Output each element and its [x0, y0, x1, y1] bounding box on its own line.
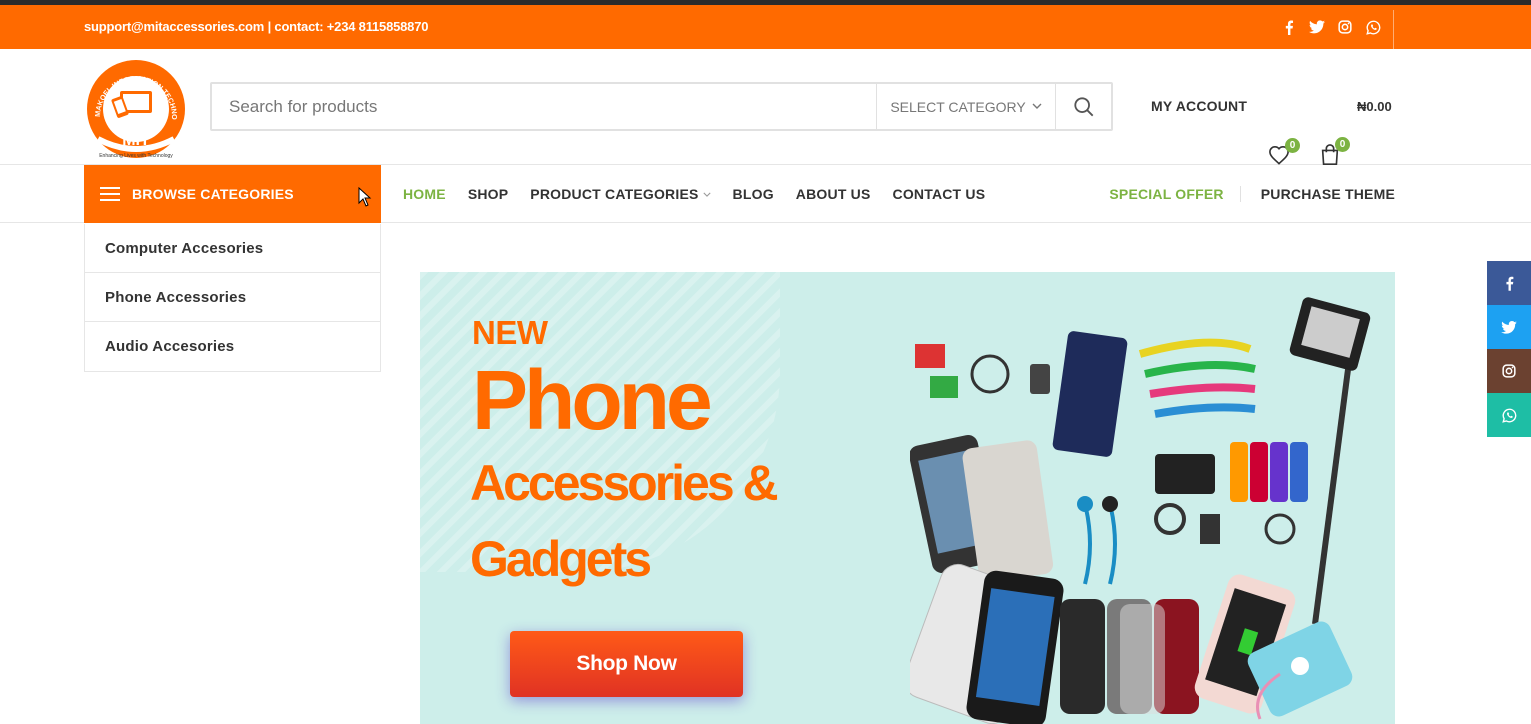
- category-dropdown: Computer Accesories Phone Accessories Au…: [84, 224, 381, 372]
- browse-categories-label: BROWSE CATEGORIES: [132, 186, 294, 202]
- search-bar: SELECT CATEGORY: [210, 82, 1113, 131]
- hero-banner: NEW Phone Accessories & Gadgets Shop Now: [420, 272, 1395, 724]
- nav-purchase-theme[interactable]: PURCHASE THEME: [1241, 186, 1395, 202]
- phone-accessories-image: [910, 297, 1371, 724]
- nav-shop[interactable]: SHOP: [468, 186, 508, 202]
- whatsapp-icon: [1501, 408, 1516, 423]
- category-select-label: SELECT CATEGORY: [890, 98, 1026, 115]
- cart-count-badge: 0: [1335, 137, 1350, 152]
- side-twitter-button[interactable]: [1487, 305, 1531, 349]
- shop-now-button[interactable]: Shop Now: [510, 631, 743, 697]
- side-whatsapp-button[interactable]: [1487, 393, 1531, 437]
- facebook-icon[interactable]: [1280, 18, 1298, 36]
- site-logo[interactable]: MIT Enhancing Lives with Technology MAKO…: [81, 50, 188, 161]
- instagram-icon[interactable]: [1336, 18, 1354, 36]
- floating-social-bar: [1487, 261, 1531, 437]
- main-navigation: BROWSE CATEGORIES HOME SHOP PRODUCT CATE…: [0, 165, 1531, 223]
- mouse-cursor-icon: [358, 187, 372, 207]
- top-bar: support@mitaccessories.com | contact: +2…: [0, 5, 1531, 53]
- twitter-icon: [1501, 320, 1517, 334]
- whatsapp-icon[interactable]: [1364, 18, 1382, 36]
- banner-title: Phone: [472, 353, 713, 447]
- contact-info: support@mitaccessories.com | contact: +2…: [84, 19, 429, 34]
- nav-product-categories-label: PRODUCT CATEGORIES: [530, 186, 699, 202]
- category-item-computer[interactable]: Computer Accesories: [85, 224, 380, 273]
- hamburger-icon: [100, 187, 120, 201]
- browse-categories-button[interactable]: BROWSE CATEGORIES: [84, 165, 381, 223]
- search-button[interactable]: [1055, 84, 1111, 129]
- facebook-icon: [1505, 276, 1513, 291]
- my-account-link[interactable]: MY ACCOUNT: [1151, 98, 1247, 114]
- nav-about-us[interactable]: ABOUT US: [796, 186, 871, 202]
- chevron-down-icon: [702, 192, 711, 197]
- instagram-icon: [1502, 364, 1516, 378]
- nav-home[interactable]: HOME: [403, 186, 446, 202]
- side-instagram-button[interactable]: [1487, 349, 1531, 393]
- chevron-down-icon: [1032, 103, 1042, 109]
- category-item-audio[interactable]: Audio Accesories: [85, 322, 380, 371]
- site-header: MIT Enhancing Lives with Technology MAKO…: [0, 49, 1531, 165]
- category-select[interactable]: SELECT CATEGORY: [876, 84, 1055, 129]
- svg-text:Enhancing Lives with Technolog: Enhancing Lives with Technology: [99, 153, 173, 159]
- side-facebook-button[interactable]: [1487, 261, 1531, 305]
- topbar-divider: [1393, 10, 1394, 53]
- banner-subtitle-line1: Accessories &: [470, 455, 779, 511]
- banner-new-label: NEW: [472, 314, 548, 351]
- search-input[interactable]: [212, 84, 876, 129]
- secondary-menu: SPECIAL OFFER PURCHASE THEME: [1109, 165, 1395, 223]
- banner-subtitle-line2: Gadgets: [470, 531, 652, 587]
- nav-contact-us[interactable]: CONTACT US: [893, 186, 986, 202]
- top-social-links: [1280, 18, 1382, 36]
- nav-blog[interactable]: BLOG: [733, 186, 774, 202]
- primary-menu: HOME SHOP PRODUCT CATEGORIES BLOG ABOUT …: [403, 165, 985, 223]
- twitter-icon[interactable]: [1308, 18, 1326, 36]
- wishlist-count-badge: 0: [1285, 138, 1300, 153]
- nav-product-categories[interactable]: PRODUCT CATEGORIES: [530, 186, 711, 202]
- cart-total[interactable]: ₦0.00: [1357, 99, 1392, 114]
- category-item-phone[interactable]: Phone Accessories: [85, 273, 380, 322]
- nav-special-offer[interactable]: SPECIAL OFFER: [1109, 186, 1241, 202]
- search-icon: [1073, 96, 1093, 116]
